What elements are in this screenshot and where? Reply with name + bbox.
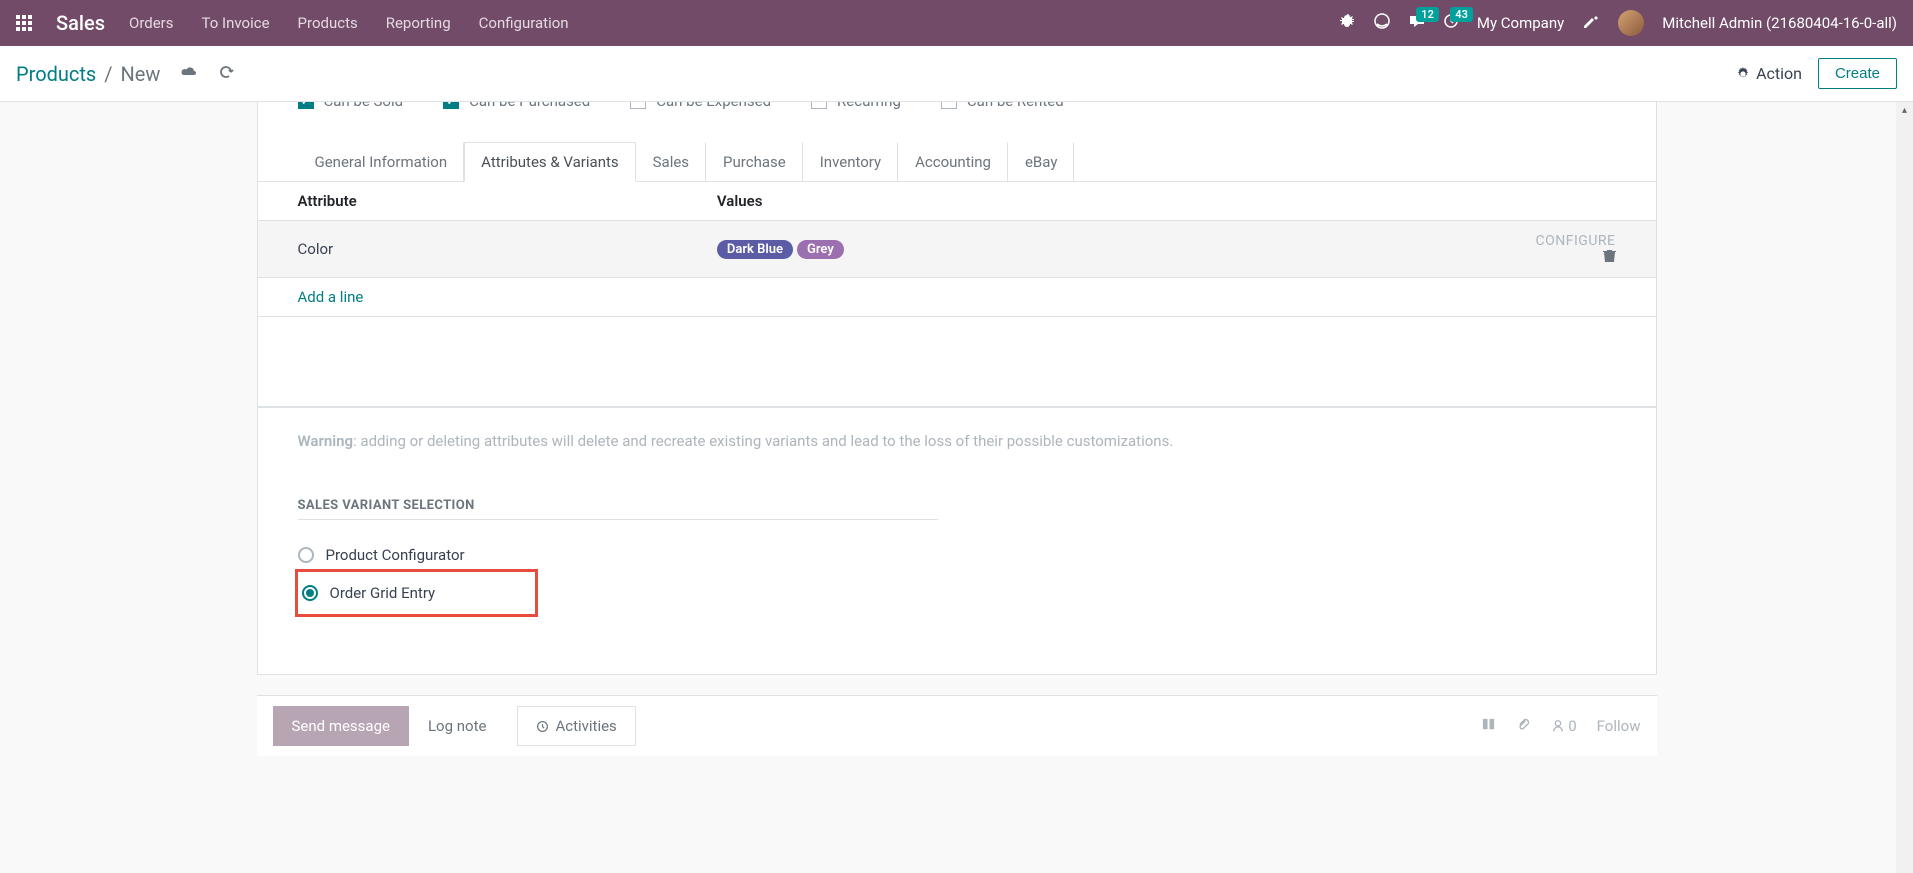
table-row[interactable]: ColorDark BlueGreyCONFIGURE (258, 221, 1656, 278)
activities-label: Activities (555, 717, 616, 735)
flag-can-be-expensed[interactable]: Can be Expensed (630, 102, 771, 110)
attachment-icon[interactable] (1516, 717, 1531, 736)
tab-attributes-variants[interactable]: Attributes & Variants (464, 142, 635, 182)
radio-label: Order Grid Entry (330, 584, 436, 602)
flag-label: Can be Expensed (656, 102, 771, 110)
bug-icon[interactable] (1339, 13, 1355, 33)
tab-inventory[interactable]: Inventory (803, 142, 898, 182)
support-icon[interactable] (1373, 12, 1391, 34)
tools-icon[interactable] (1582, 12, 1600, 34)
nav-orders[interactable]: Orders (129, 14, 174, 32)
flag-label: Can be Sold (324, 102, 404, 110)
book-icon[interactable] (1481, 717, 1496, 736)
follow-button[interactable]: Follow (1597, 717, 1641, 735)
form-tabs: General InformationAttributes & Variants… (258, 142, 1656, 182)
discard-icon[interactable] (218, 64, 234, 84)
nav-to-invoice[interactable]: To Invoice (202, 14, 270, 32)
apps-icon[interactable] (16, 15, 32, 31)
checkbox-icon (941, 102, 957, 109)
radio-icon (298, 547, 314, 563)
radio-product-configurator[interactable]: Product Configurator (298, 538, 1616, 572)
followers-count[interactable]: 0 (1551, 717, 1577, 735)
gear-icon (1736, 67, 1750, 81)
tab-ebay[interactable]: eBay (1008, 142, 1074, 182)
messages-icon[interactable]: 12 (1409, 13, 1425, 33)
highlighted-option: Order Grid Entry (298, 572, 536, 614)
breadcrumb-current: New (121, 62, 161, 86)
activities-icon[interactable]: 43 (1443, 13, 1459, 33)
clock-icon (536, 720, 549, 733)
nav-menu: Orders To Invoice Products Reporting Con… (129, 14, 569, 32)
cell-values[interactable]: Dark BlueGrey (677, 221, 1496, 278)
checkbox-icon: ✓ (443, 102, 459, 109)
col-attribute: Attribute (258, 182, 677, 221)
flag-can-be-sold[interactable]: ✓ Can be Sold (298, 102, 404, 110)
breadcrumb-parent[interactable]: Products (16, 62, 96, 86)
activities-badge: 43 (1450, 7, 1473, 22)
cell-attribute[interactable]: Color (258, 221, 677, 278)
flag-recurring[interactable]: Recurring (811, 102, 901, 110)
action-dropdown[interactable]: Action (1736, 64, 1802, 83)
nav-configuration[interactable]: Configuration (479, 14, 569, 32)
variant-radio-group: Product Configurator Order Grid Entry (258, 520, 1656, 674)
warning-text: Warning: adding or deleting attributes w… (258, 407, 1656, 474)
flag-label: Recurring (837, 102, 901, 110)
variant-section-title: SALES VARIANT SELECTION (298, 498, 938, 520)
checkbox-icon (630, 102, 646, 109)
log-note-button[interactable]: Log note (409, 706, 505, 746)
flag-label: Can be Rented (967, 102, 1064, 110)
warning-body: : adding or deleting attributes will del… (353, 432, 1173, 450)
tab-sales[interactable]: Sales (636, 142, 706, 182)
chatter-bar: Send message Log note Activities 0 Follo… (257, 695, 1657, 756)
scroll-up-arrow[interactable]: ▴ (1896, 102, 1913, 119)
nav-reporting[interactable]: Reporting (386, 14, 451, 32)
col-values: Values (677, 182, 1496, 221)
cloud-save-icon[interactable] (180, 64, 198, 83)
top-navbar: Sales Orders To Invoice Products Reporti… (0, 0, 1913, 46)
flag-label: Can be Purchased (469, 102, 590, 110)
delete-row-icon[interactable] (1603, 249, 1616, 267)
radio-order-grid-entry[interactable]: Order Grid Entry (302, 576, 436, 610)
nav-products[interactable]: Products (298, 14, 358, 32)
checkbox-icon (811, 102, 827, 109)
flag-can-be-purchased[interactable]: ✓ Can be Purchased (443, 102, 590, 110)
company-name[interactable]: My Company (1477, 14, 1564, 32)
warning-label: Warning (298, 432, 354, 450)
add-line-button[interactable]: Add a line (298, 288, 364, 306)
messages-badge: 12 (1416, 7, 1439, 22)
radio-label: Product Configurator (326, 546, 465, 564)
tab-accounting[interactable]: Accounting (898, 142, 1008, 182)
configure-button[interactable]: CONFIGURE (1536, 233, 1616, 249)
product-flags-row: ✓ Can be Sold ✓ Can be Purchased Can be Expe… (258, 102, 1656, 122)
value-tag[interactable]: Dark Blue (717, 240, 793, 259)
breadcrumb-bar: Products / New Action Create (0, 46, 1913, 102)
value-tag[interactable]: Grey (797, 240, 844, 259)
scrollbar[interactable]: ▴ (1896, 102, 1913, 873)
avatar[interactable] (1618, 10, 1644, 36)
main-content: ✓ Can be Sold ✓ Can be Purchased Can be Expe… (0, 102, 1913, 756)
tab-general-information[interactable]: General Information (298, 142, 465, 182)
attributes-table: Attribute Values ColorDark BlueGreyCONFI… (258, 182, 1656, 407)
checkbox-icon: ✓ (298, 102, 314, 109)
activities-button[interactable]: Activities (517, 706, 635, 746)
breadcrumb-sep: / (104, 62, 112, 86)
action-label: Action (1756, 64, 1802, 83)
flag-can-be-rented[interactable]: Can be Rented (941, 102, 1064, 110)
app-brand[interactable]: Sales (56, 11, 105, 35)
tab-purchase[interactable]: Purchase (706, 142, 803, 182)
send-message-button[interactable]: Send message (273, 706, 409, 746)
radio-icon (302, 585, 318, 601)
create-button[interactable]: Create (1818, 58, 1897, 89)
user-name[interactable]: Mitchell Admin (21680404-16-0-all) (1662, 14, 1897, 32)
breadcrumb: Products / New (16, 62, 234, 86)
